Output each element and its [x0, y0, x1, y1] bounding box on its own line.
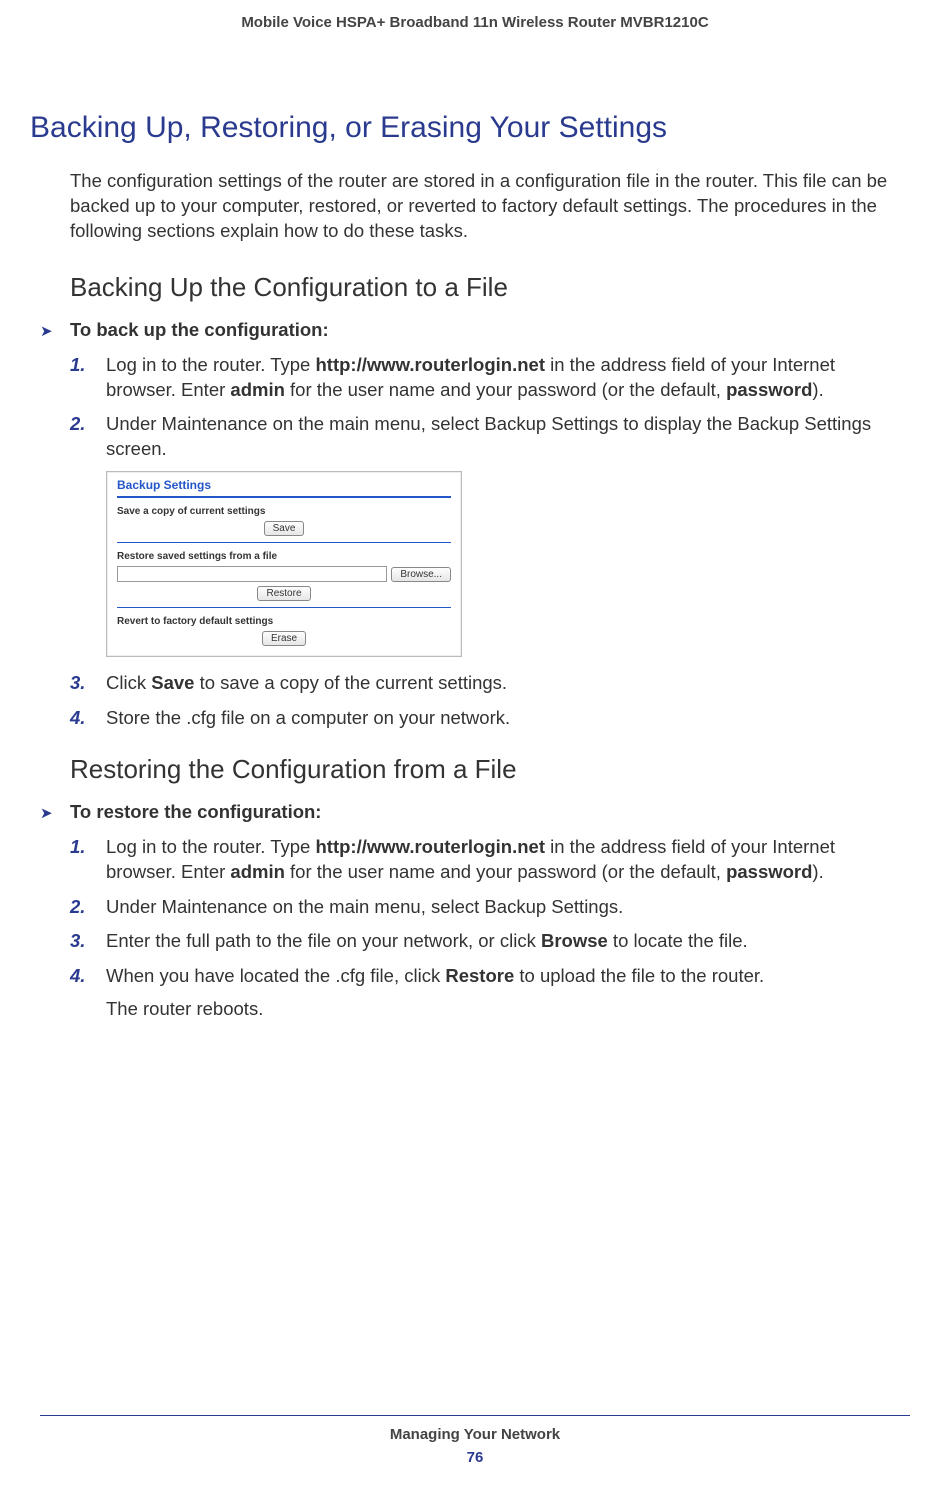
list-item: 1. Log in to the router. Type http://www… [106, 835, 910, 884]
task-restore-label: To restore the configuration: [70, 801, 321, 823]
list-item: 4. Store the .cfg file on a computer on … [106, 706, 910, 731]
step-text-bold: password [726, 861, 812, 882]
subsection-restore: Restoring the Configuration from a File [70, 754, 910, 785]
restore-step-list: 1. Log in to the router. Type http://www… [70, 835, 910, 988]
step-text: to save a copy of the current settings. [194, 672, 507, 693]
step-text: Store the .cfg file on a computer on you… [106, 707, 510, 728]
restore-button[interactable]: Restore [257, 586, 310, 601]
step-text-bold: Browse [541, 930, 608, 951]
list-item: 3. Click Save to save a copy of the curr… [106, 671, 910, 696]
shot-revert-label: Revert to factory default settings [117, 616, 451, 627]
shot-title: Backup Settings [117, 478, 451, 492]
step-text: Under Maintenance on the main menu, sele… [106, 896, 623, 917]
shot-save-label: Save a copy of current settings [117, 506, 451, 517]
task-backup-label: To back up the configuration: [70, 319, 329, 341]
intro-paragraph: The configuration settings of the router… [70, 169, 910, 244]
backup-step-list: 1. Log in to the router. Type http://www… [70, 353, 910, 461]
step-number: 3. [70, 929, 85, 954]
step-text: for the user name and your password (or … [285, 861, 726, 882]
step-number: 1. [70, 353, 85, 378]
save-button[interactable]: Save [264, 521, 305, 536]
step-text-bold: Restore [445, 965, 514, 986]
list-item: 2. Under Maintenance on the main menu, s… [106, 895, 910, 920]
divider [117, 496, 451, 498]
step-text: to upload the file to the router. [514, 965, 764, 986]
footer-chapter: Managing Your Network [0, 1426, 950, 1443]
step-text: Click [106, 672, 151, 693]
step-text: Log in to the router. Type [106, 836, 315, 857]
browse-button[interactable]: Browse... [391, 567, 451, 582]
footer-divider [40, 1415, 910, 1416]
step-text: to locate the file. [608, 930, 748, 951]
erase-button[interactable]: Erase [262, 631, 306, 646]
divider [117, 607, 451, 608]
subsection-backup: Backing Up the Configuration to a File [70, 272, 910, 303]
step-text-bold: Save [151, 672, 194, 693]
page-title: Backing Up, Restoring, or Erasing Your S… [30, 111, 910, 145]
step-text: When you have located the .cfg file, cli… [106, 965, 445, 986]
step-text: for the user name and your password (or … [285, 379, 726, 400]
restore-after-note: The router reboots. [106, 998, 910, 1020]
step-text-bold: password [726, 379, 812, 400]
list-item: 1. Log in to the router. Type http://www… [106, 353, 910, 402]
step-text: Enter the full path to the file on your … [106, 930, 541, 951]
step-text: ). [812, 379, 823, 400]
divider [117, 542, 451, 543]
backup-step-list-cont: 3. Click Save to save a copy of the curr… [70, 671, 910, 730]
step-text-bold: http://www.routerlogin.net [315, 354, 545, 375]
chevron-right-icon: ➤ [40, 801, 70, 822]
step-text: Log in to the router. Type [106, 354, 315, 375]
step-number: 2. [70, 895, 85, 920]
step-number: 3. [70, 671, 85, 696]
step-text: Under Maintenance on the main menu, sele… [106, 413, 871, 459]
step-number: 4. [70, 964, 85, 989]
embedded-screenshot: Backup Settings Save a copy of current s… [106, 471, 910, 657]
step-number: 1. [70, 835, 85, 860]
list-item: 2. Under Maintenance on the main menu, s… [106, 412, 910, 461]
list-item: 4. When you have located the .cfg file, … [106, 964, 910, 989]
footer-page-number: 76 [0, 1449, 950, 1466]
step-text-bold: admin [230, 379, 284, 400]
step-number: 2. [70, 412, 85, 437]
chevron-right-icon: ➤ [40, 319, 70, 340]
list-item: 3. Enter the full path to the file on yo… [106, 929, 910, 954]
shot-restore-label: Restore saved settings from a file [117, 551, 451, 562]
step-text-bold: admin [230, 861, 284, 882]
step-number: 4. [70, 706, 85, 731]
step-text: ). [812, 861, 823, 882]
step-text-bold: http://www.routerlogin.net [315, 836, 545, 857]
running-header: Mobile Voice HSPA+ Broadband 11n Wireles… [40, 0, 910, 31]
file-path-input[interactable] [117, 566, 387, 582]
